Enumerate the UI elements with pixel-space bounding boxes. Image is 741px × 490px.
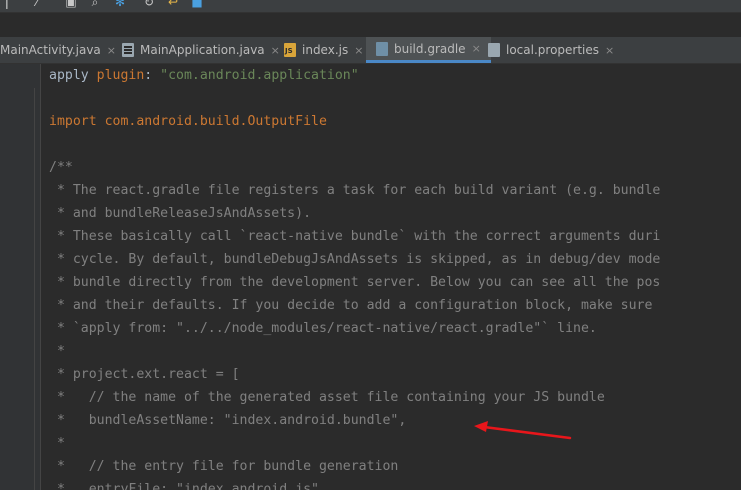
code-line-1: apply plugin: "com.android.application": [49, 68, 359, 83]
code-line-3: import com.android.build.OutputFile: [49, 114, 327, 129]
code-editor[interactable]: apply plugin: "com.android.application" …: [49, 64, 741, 490]
tab-index-js[interactable]: index.js ×: [284, 37, 363, 63]
comment-line: * `apply from: "../../node_modules/react…: [49, 321, 597, 336]
comment-line: * cycle. By default, bundleDebugJsAndAss…: [49, 252, 661, 267]
tab-label: index.js: [302, 43, 349, 57]
search-icon[interactable]: ⌕: [88, 0, 102, 9]
comment-line: * entryFile: "index.android.js",: [49, 482, 327, 490]
comment-line: * and their defaults. If you decide to a…: [49, 298, 653, 313]
tab-label: build.gradle: [394, 41, 466, 56]
tab-mainactivity-java[interactable]: MainActivity.java ×: [0, 37, 116, 63]
tab-label: MainApplication.java: [140, 43, 265, 57]
java-file-icon: [122, 43, 134, 57]
wrench-icon[interactable]: ⁄: [30, 0, 44, 9]
comment-line-bundle-asset-name: * bundleAssetName: "index.android.bundle…: [49, 413, 407, 428]
gradle-file-icon: [376, 41, 388, 56]
tab-build-gradle[interactable]: build.gradle ×: [366, 37, 491, 63]
fold-guide: [34, 88, 35, 490]
close-icon[interactable]: ×: [472, 42, 481, 55]
toolbar-separator-icon: ▏: [6, 0, 16, 9]
comment-line: * // the entry file for bundle generatio…: [49, 459, 399, 474]
comment-line: * and bundleReleaseJsAndAssets).: [49, 206, 312, 221]
comment-line: /**: [49, 160, 73, 175]
sdk-manager-icon[interactable]: ■: [190, 0, 204, 9]
close-icon[interactable]: ×: [107, 44, 116, 57]
toolbar: ▏ ⁄ ▣ ⌕ ✻ ↻ ↩ ■: [0, 0, 741, 13]
back-arrow-icon[interactable]: ↩: [166, 0, 180, 9]
close-icon[interactable]: ×: [354, 44, 363, 57]
comment-line: * bundle directly from the development s…: [49, 275, 661, 290]
sync-icon[interactable]: ↻: [142, 0, 156, 9]
tab-mainapplication-java[interactable]: MainApplication.java ×: [122, 37, 280, 63]
tab-label: local.properties: [506, 43, 600, 57]
comment-line: * These basically call `react-native bun…: [49, 229, 661, 244]
debug-icon[interactable]: ✻: [113, 0, 127, 9]
project-structure-icon[interactable]: ▣: [64, 0, 78, 9]
close-icon[interactable]: ×: [605, 44, 614, 57]
comment-line: * // the name of the generated asset fil…: [49, 390, 605, 405]
tab-label: MainActivity.java: [0, 43, 101, 57]
properties-file-icon: [488, 43, 500, 57]
editor-tab-bar: MainActivity.java × MainApplication.java…: [0, 37, 741, 64]
close-icon[interactable]: ×: [271, 44, 280, 57]
comment-line: * project.ext.react = [: [49, 367, 240, 382]
comment-line: *: [49, 344, 65, 359]
tab-local-properties[interactable]: local.properties ×: [488, 37, 614, 63]
annotation-arrow-icon: [474, 421, 572, 440]
comment-line: *: [49, 436, 65, 451]
comment-line: * The react.gradle file registers a task…: [49, 183, 661, 198]
js-file-icon: [284, 43, 296, 57]
